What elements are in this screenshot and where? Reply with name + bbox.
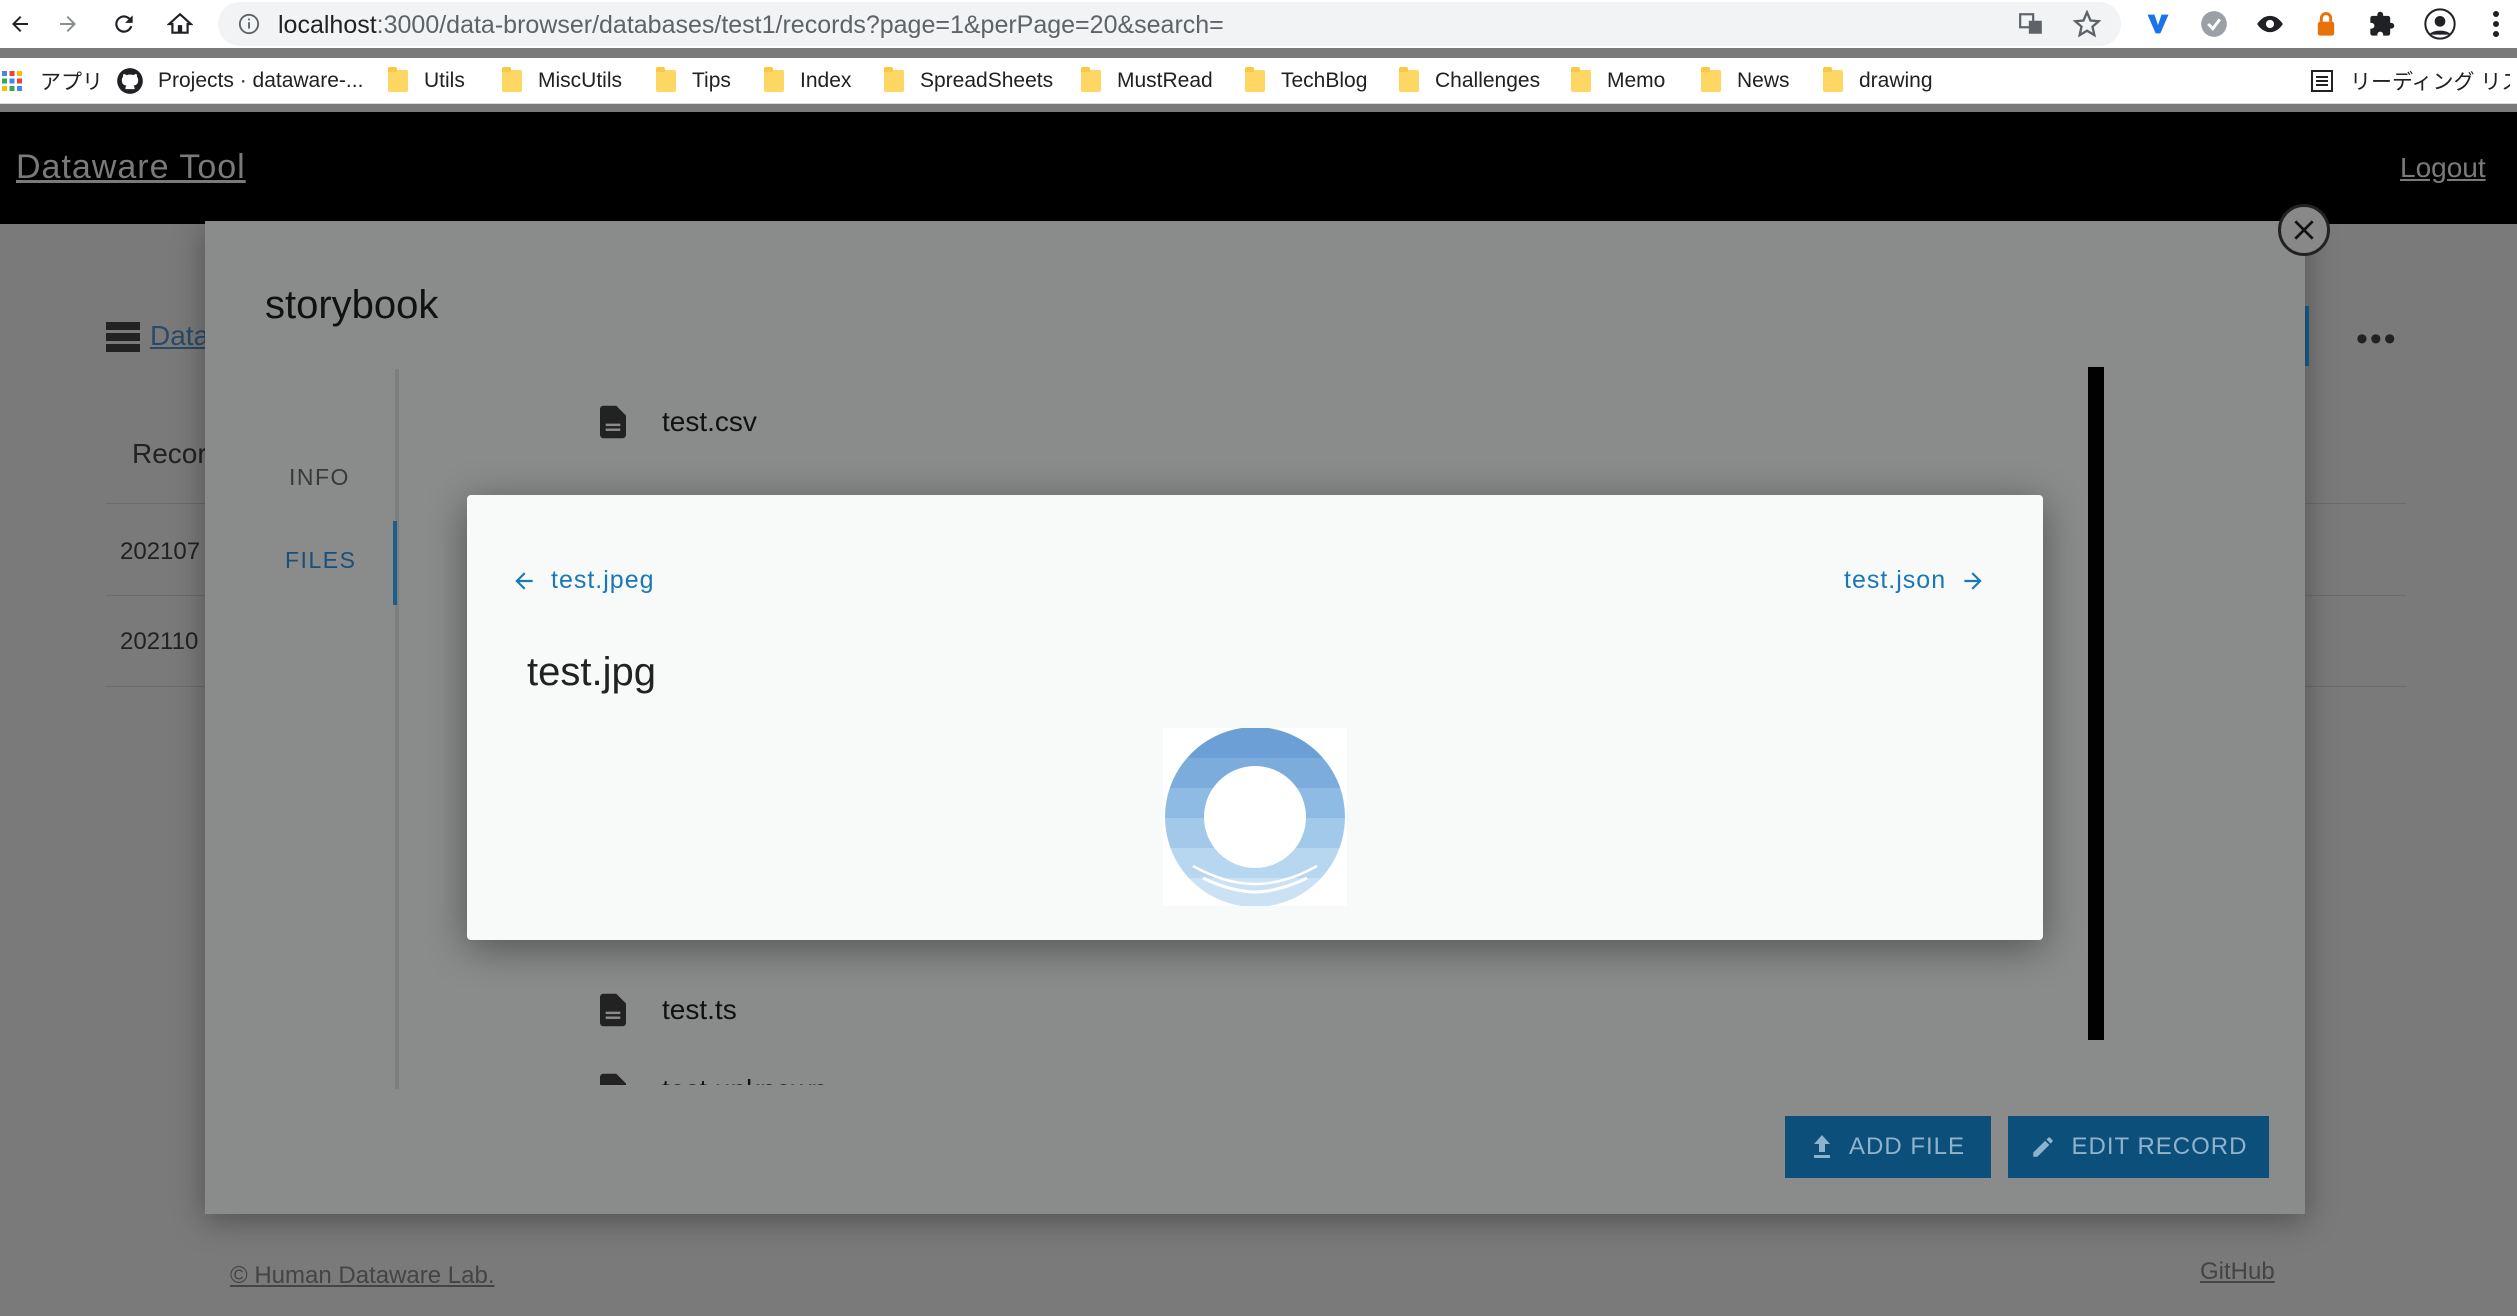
tab-files[interactable]: FILES [285,547,356,574]
logout-link[interactable]: Logout [2400,152,2486,184]
folder-icon [1571,67,1591,92]
bookmark-mustread[interactable]: MustRead [1081,66,1213,96]
extension-eye-icon[interactable] [2252,6,2288,42]
back-button[interactable] [0,4,40,44]
browser-toolbar: localhost:3000/data-browser/databases/te… [0,0,2517,48]
extension-lock-icon[interactable] [2308,6,2344,42]
folder-icon [1081,67,1101,92]
tabs-rail [395,369,399,1089]
record-modal-title: storybook [265,283,439,327]
next-file-link[interactable]: test.json [1844,566,1986,595]
add-file-button[interactable]: ADD FILE [1785,1116,1991,1178]
folder-icon [388,67,408,92]
folder-icon [1399,67,1419,92]
extension-v-icon[interactable] [2140,6,2176,42]
bookmark-memo[interactable]: Memo [1571,66,1665,96]
bookmark-index[interactable]: Index [764,66,851,96]
forward-button[interactable] [48,4,88,44]
reading-list-icon [2311,70,2333,92]
bookmark-tips[interactable]: Tips [656,66,731,96]
records-heading: Recor [132,438,207,469]
reload-button[interactable] [104,4,144,44]
bookmark-news[interactable]: News [1701,66,1790,96]
bookmark-drawing[interactable]: drawing [1823,66,1933,96]
file-list-item[interactable]: test.csv [600,397,757,447]
profile-avatar-icon[interactable] [2422,6,2458,42]
tab-info[interactable]: INFO [289,464,350,491]
bookmark-spreadsheets[interactable]: SpreadSheets [884,66,1053,96]
forward-arrow-icon [60,16,76,32]
folder-icon [656,67,676,92]
extension-check-icon[interactable] [2196,6,2232,42]
github-icon [117,68,143,94]
folder-icon [1823,67,1843,92]
bookmark-utils[interactable]: Utils [388,66,465,96]
edit-record-button[interactable]: EDIT RECORD [2008,1116,2269,1178]
database-list-icon [106,322,140,352]
footer-copyright[interactable]: © Human Dataware Lab. [230,1262,494,1290]
url-text: localhost:3000/data-browser/databases/te… [278,11,1224,39]
table-row-cell[interactable]: 202107 [120,538,200,566]
folder-icon [1701,67,1721,92]
file-list-scrollbar[interactable] [2088,367,2104,1040]
bookmark-apps[interactable]: アプリ [0,66,103,96]
breadcrumb[interactable]: Data [150,320,209,352]
home-button[interactable] [160,4,200,44]
file-preview-modal: test.jpeg test.json test.jpg [467,495,2043,940]
bookmark-star-icon[interactable] [2073,10,2101,38]
info-icon [238,13,260,35]
folder-icon [764,67,784,92]
more-options-icon[interactable]: ••• [2356,320,2398,359]
bookmarks-bar: アプリ Projects · dataware-... Utils MiscUt… [0,58,2517,104]
folder-icon [884,67,904,92]
tab-active-indicator [393,521,397,605]
reading-list[interactable]: リーディング リスト [2310,66,2510,96]
ring-logo-image [1165,728,1345,906]
bookmark-projects[interactable]: Projects · dataware-... [116,66,363,96]
browser-menu-icon[interactable] [2478,6,2514,42]
reload-icon [115,15,133,33]
table-row-cell[interactable]: 202110 [120,628,198,656]
preview-file-name: test.jpg [527,650,656,694]
image-preview [1163,728,1347,906]
arrow-left-icon [515,571,533,590]
extensions-puzzle-icon[interactable] [2364,6,2400,42]
bookmark-challenges[interactable]: Challenges [1399,66,1540,96]
close-modal-button[interactable] [2278,204,2330,256]
apps-grid-icon [2,71,22,91]
home-icon [167,12,193,34]
bookmark-techblog[interactable]: TechBlog [1245,66,1367,96]
file-icon [600,993,626,1027]
address-bar[interactable]: localhost:3000/data-browser/databases/te… [218,2,2121,46]
arrow-right-icon [1964,571,1982,590]
bookmark-miscutils[interactable]: MiscUtils [502,66,622,96]
file-icon [600,1073,626,1085]
file-list-item[interactable]: test.ts [600,985,737,1035]
translate-icon[interactable] [2018,11,2044,37]
app-title[interactable]: Dataware Tool [16,148,246,187]
file-icon [600,405,626,439]
prev-file-link[interactable]: test.jpeg [511,566,655,595]
folder-icon [502,67,522,92]
upload-icon [1813,1135,1830,1158]
pencil-icon [2032,1137,2053,1157]
footer-github-link[interactable]: GitHub [2200,1258,2275,1286]
file-list-item-clipped[interactable]: test.unknown [600,1071,1000,1085]
back-arrow-icon [12,16,28,32]
app-header [0,112,2517,224]
close-icon [2294,220,2314,240]
folder-icon [1245,67,1265,92]
